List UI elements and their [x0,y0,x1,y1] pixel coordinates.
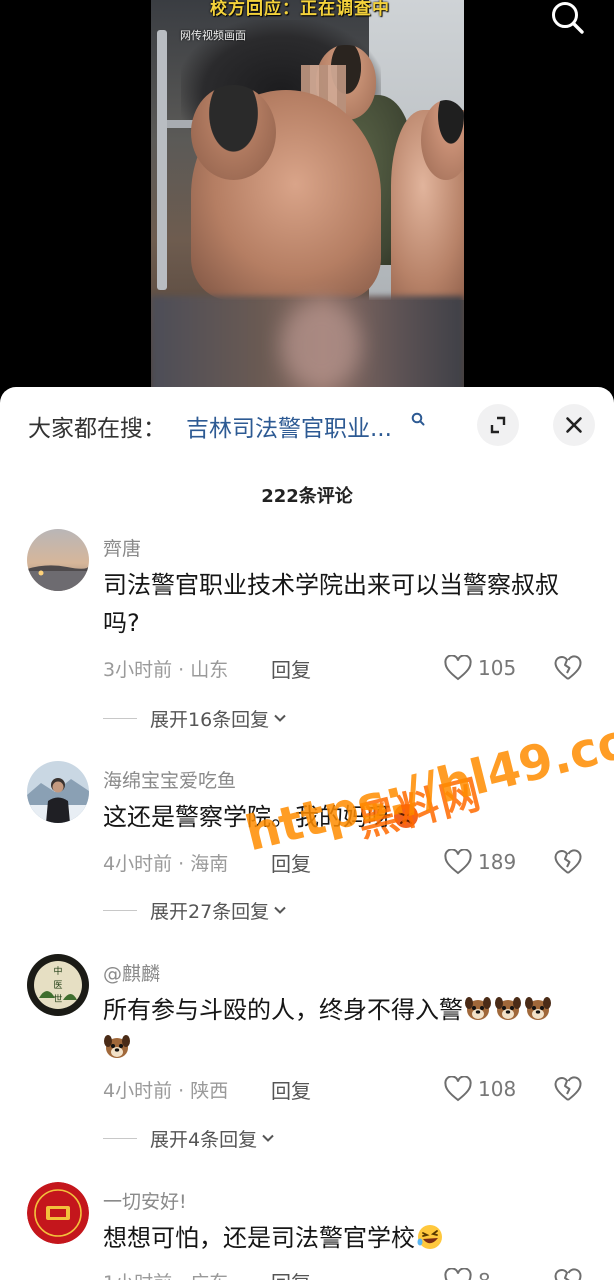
reply-button[interactable]: 回复 [271,1075,311,1104]
like-count: 189 [478,850,517,874]
dog-face-emoji [465,997,491,1020]
dislike-button[interactable] [554,1267,582,1280]
dog-face-emoji [495,997,521,1020]
comment-item: 齊唐 司法警官职业技术学院出来可以当警察叔叔吗? 3小时前 · 山东 回复 10… [0,527,614,731]
close-sheet-button[interactable] [553,404,595,446]
chevron-down-icon [274,714,286,722]
comment-username[interactable]: 一切安好! [103,1187,187,1214]
broken-heart-icon [554,655,582,680]
like-button[interactable]: 189 [444,848,516,876]
svg-text:世: 世 [53,993,62,1005]
comment-text: 司法警官职业技术学院出来可以当警察叔叔吗? [103,571,559,637]
video-caption: 网传视频画面 [180,29,246,42]
avatar[interactable] [27,1182,89,1244]
like-button[interactable]: 8 [444,1267,491,1280]
comment-time-location: 1小时前 · 广东 [103,1268,228,1280]
dislike-button[interactable] [554,654,582,682]
expand-sheet-button[interactable] [477,404,519,446]
avatar[interactable] [27,761,89,823]
heart-icon [444,655,472,681]
like-count: 8 [478,1269,491,1280]
comment-text: 所有参与斗殴的人，终身不得入警 [103,991,593,1067]
comment-time-location: 3小时前 · 山东 [103,659,229,681]
comment-item: 一切安好! 想想可怕，还是司法警官学校 1小时前 · 广东 回复 8 [0,1180,614,1280]
like-count: 105 [478,656,517,680]
comment-username[interactable]: 齊唐 [103,534,141,561]
like-count: 108 [478,1077,517,1101]
heart-icon [444,849,472,875]
comment-time-location: 4小时前 · 海南 [103,853,229,875]
rofl-face-emoji [417,1225,442,1249]
svg-text:医: 医 [53,980,62,991]
chevron-down-icon [262,1134,274,1142]
search-icon [552,2,584,34]
heart-icon [444,1076,472,1102]
broken-heart-icon [554,1268,582,1280]
searching-prefix: 大家都在搜： [28,416,166,442]
avatar[interactable] [27,529,89,591]
dislike-button[interactable] [554,848,582,876]
expand-replies-button[interactable]: 展开4条回复 [103,1124,276,1152]
suggested-search-link[interactable]: 吉林司法警官职业... [186,409,392,443]
broken-heart-icon [554,1076,582,1101]
search-button[interactable] [546,0,590,40]
comment-time-location: 4小时前 · 陕西 [103,1080,229,1102]
close-icon [566,417,582,433]
expand-icon [490,416,506,434]
comment-username[interactable]: @麒麟 [103,959,160,986]
expand-replies-button[interactable]: 展开16条回复 [103,704,288,732]
everyone-searching-bar: 大家都在搜： 吉林司法警官职业... [0,387,614,461]
avatar[interactable]: 中 医 世 [27,954,89,1016]
like-button[interactable]: 108 [444,1075,516,1103]
like-button[interactable]: 105 [444,654,516,682]
video-player[interactable]: 校方回应：正在调查中 网传视频画面 [0,0,614,400]
video-title: 校方回应：正在调查中 [210,0,390,19]
reply-button[interactable]: 回复 [271,654,311,683]
comment-item: 中 医 世 @麒麟 所有参与斗殴的人，终身不得入警 4小时前 · 陕西 回复 1… [0,952,614,1172]
svg-text:中: 中 [53,965,62,977]
reply-button[interactable]: 回复 [271,1267,311,1280]
chevron-down-icon [274,906,286,914]
heart-icon [444,1268,472,1280]
broken-heart-icon [554,849,582,874]
expand-replies-button[interactable]: 展开27条回复 [103,896,288,924]
dog-face-emoji [104,1035,130,1058]
comment-text: 想想可怕，还是司法警官学校 [103,1219,593,1257]
video-frame [151,0,464,400]
comment-count: 222条评论 [261,486,353,507]
search-icon [411,412,425,426]
comment-username[interactable]: 海绵宝宝爱吃鱼 [103,766,236,793]
dog-face-emoji [525,997,551,1020]
dislike-button[interactable] [554,1075,582,1103]
